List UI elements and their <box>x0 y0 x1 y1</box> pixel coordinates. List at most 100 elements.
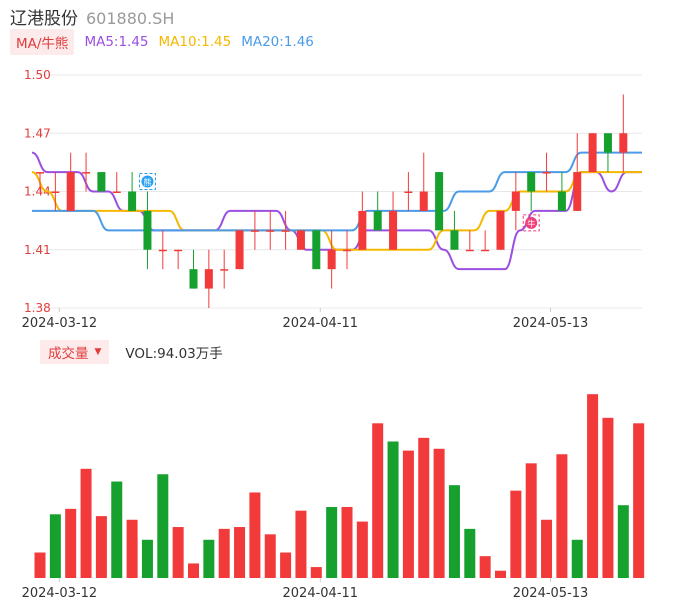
candle-body <box>419 191 428 211</box>
candle <box>158 230 167 270</box>
candle <box>419 152 428 211</box>
x-tick-label: 2024-05-13 <box>513 586 589 601</box>
candle-body <box>112 191 121 193</box>
x-tick-label: 2024-04-11 <box>283 586 359 601</box>
volume-bar <box>341 507 353 578</box>
volume-bar <box>310 567 322 578</box>
candle-body <box>189 269 198 289</box>
volume-bar <box>464 528 476 578</box>
candle-body <box>619 133 628 153</box>
candle <box>465 230 474 252</box>
candle-body <box>542 172 551 174</box>
candle-body <box>281 230 290 232</box>
volume-bar <box>418 437 430 578</box>
candle-body <box>435 172 444 231</box>
candle-body <box>204 269 213 289</box>
y-tick-label: 1.38 <box>24 301 51 315</box>
candle-body <box>327 249 336 270</box>
volume-bar <box>387 441 399 578</box>
volume-bar <box>126 519 138 578</box>
candle-body <box>404 191 413 193</box>
candle <box>542 152 551 192</box>
candle-body <box>312 230 321 270</box>
volume-bar <box>80 468 92 578</box>
candle-body <box>97 172 106 192</box>
candle <box>435 172 444 231</box>
volume-bar <box>448 485 460 578</box>
volume-x-axis: 2024-03-12 2024-04-11 2024-05-13 <box>22 578 589 601</box>
candle-body <box>143 210 152 250</box>
candle-body <box>158 249 167 252</box>
candle-body <box>174 249 183 252</box>
volume-bar <box>602 417 614 578</box>
volume-bar <box>188 563 199 578</box>
volume-bar <box>556 454 568 578</box>
candle <box>312 230 321 270</box>
candle <box>97 172 106 192</box>
candle <box>404 172 413 211</box>
volume-bar <box>49 514 61 578</box>
volume-bar <box>479 556 491 578</box>
volume-bar <box>541 519 553 578</box>
x-tick-label: 2024-05-13 <box>513 316 589 331</box>
candle <box>128 172 137 211</box>
bull-signal-icon[interactable]: 牛 <box>522 214 540 232</box>
candle <box>496 210 505 250</box>
volume-bar <box>111 481 123 578</box>
volume-bar <box>249 492 261 578</box>
volume-bar <box>95 516 107 578</box>
candle <box>450 210 459 250</box>
volume-bar <box>218 528 230 578</box>
candle <box>82 152 91 192</box>
candle-body <box>573 172 582 211</box>
candle-body <box>66 172 75 211</box>
candle <box>588 133 597 173</box>
candle-body <box>389 210 398 250</box>
candle-body <box>527 172 536 192</box>
candle-body <box>511 191 520 211</box>
candle <box>557 172 566 211</box>
candle <box>235 230 244 270</box>
candle <box>603 133 612 173</box>
candle <box>174 249 183 270</box>
volume-bar <box>326 507 338 578</box>
volume-bar <box>571 539 583 578</box>
candle-body <box>220 269 229 271</box>
y-tick-label: 1.47 <box>24 126 51 140</box>
volume-bar <box>402 450 414 578</box>
candle <box>511 172 520 231</box>
volume-bar <box>295 510 307 578</box>
candle-body <box>481 249 490 252</box>
y-tick-label: 1.41 <box>24 243 51 257</box>
candle-body <box>36 172 44 174</box>
candle-body <box>296 230 305 250</box>
candle <box>619 94 628 173</box>
candle <box>343 230 351 270</box>
candle-body <box>373 210 382 231</box>
candle-body <box>603 133 612 153</box>
y-tick-label: 1.50 <box>24 68 51 82</box>
candle <box>51 172 60 211</box>
candle <box>296 230 305 250</box>
volume-bar <box>587 394 599 578</box>
x-tick-label: 2024-03-12 <box>22 586 98 601</box>
volume-bars <box>34 394 645 578</box>
candle <box>358 191 367 250</box>
candle-body <box>450 230 459 250</box>
volume-bar <box>280 552 292 578</box>
bear-signal-icon[interactable]: 熊 <box>138 173 156 190</box>
candles <box>36 94 628 308</box>
volume-bar <box>264 534 276 578</box>
volume-bar <box>203 539 215 578</box>
candle-body <box>588 133 597 173</box>
candle-body <box>128 191 137 211</box>
candle-body <box>358 210 367 250</box>
candle <box>143 191 152 270</box>
volume-bar <box>34 552 46 578</box>
candle-body <box>557 191 566 211</box>
candle-body <box>266 230 275 232</box>
candle-body <box>250 230 259 232</box>
volume-bar <box>141 539 153 578</box>
candle-body <box>496 210 505 250</box>
volume-bar <box>617 505 629 578</box>
